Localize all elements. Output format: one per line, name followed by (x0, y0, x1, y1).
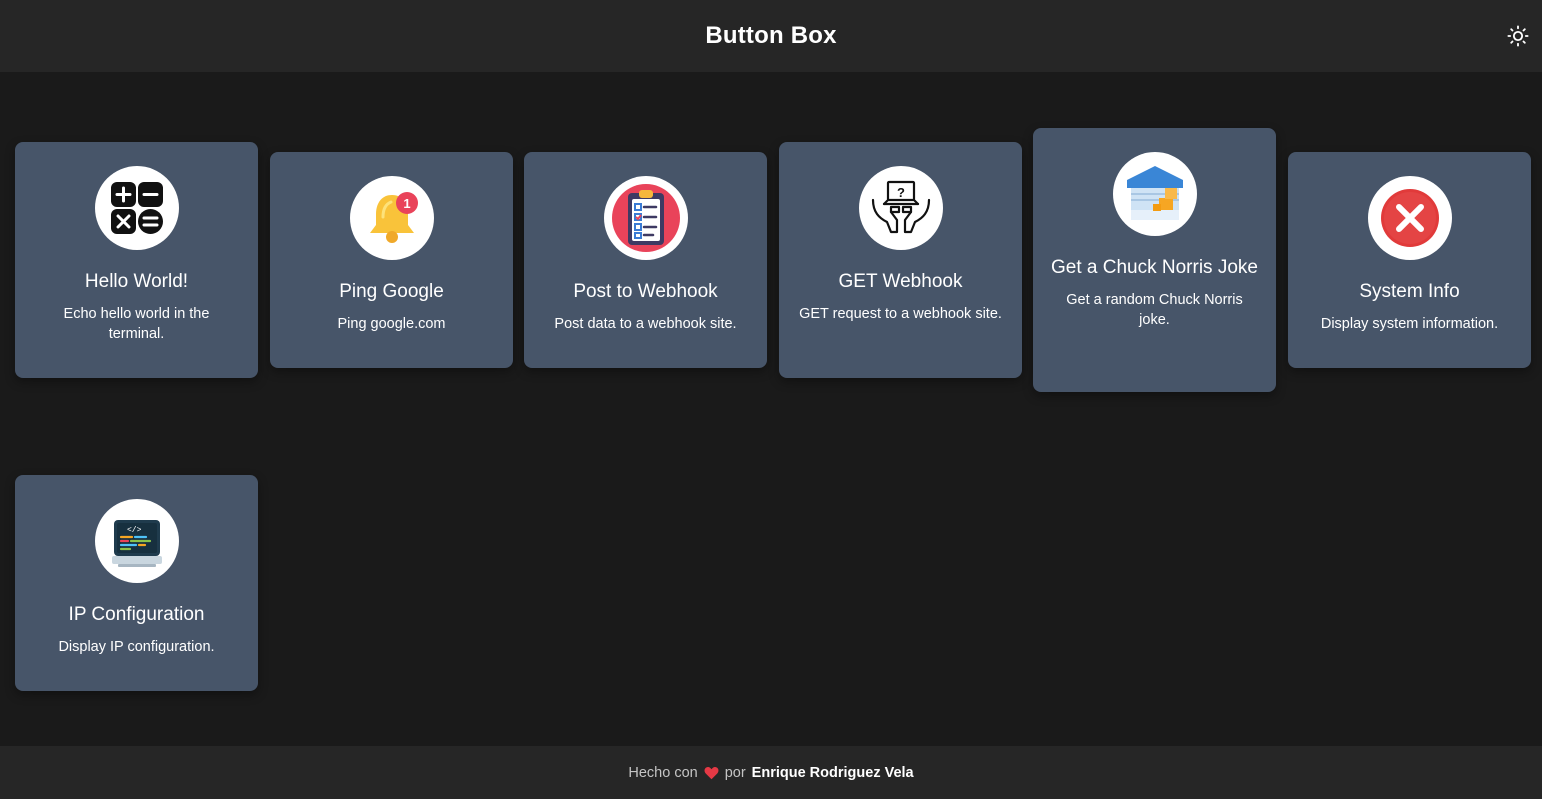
card-title: Hello World! (84, 271, 189, 292)
card-title: IP Configuration (68, 604, 205, 625)
footer-middle: por (724, 764, 746, 781)
hello-world-button[interactable]: Hello World! Echo hello world in the ter… (15, 142, 258, 378)
system-info-button[interactable]: System Info Display system information. (1288, 152, 1531, 368)
card-title: Post to Webhook (573, 281, 718, 302)
card-description: Display IP configuration. (58, 639, 215, 655)
calculator-icon (94, 166, 179, 250)
notification-badge: 1 (403, 196, 410, 211)
card-title: GET Webhook (838, 271, 963, 292)
heart-icon (704, 766, 719, 780)
card-title: Get a Chuck Norris Joke (1051, 257, 1258, 278)
svg-text:?: ? (897, 185, 905, 200)
hands-laptop-question-icon: ? (858, 166, 943, 250)
card-title: Ping Google (339, 281, 444, 302)
page-title: Button Box (705, 22, 837, 49)
warehouse-box-icon (1112, 152, 1197, 236)
notification-bell-icon: 1 (349, 176, 434, 260)
card-description: Display system information. (1320, 316, 1499, 332)
card-description: Ping google.com (337, 316, 446, 332)
card-description: Echo hello world in the terminal. (63, 306, 210, 342)
clipboard-checklist-icon (603, 176, 688, 260)
footer-author[interactable]: Enrique Rodriguez Vela (752, 765, 914, 781)
theme-toggle-button[interactable] (1506, 24, 1530, 48)
code-monitor-icon: </> (94, 499, 179, 583)
svg-text:</>: </> (127, 526, 142, 535)
card-description: Get a random Chuck Norris joke. (1066, 292, 1243, 328)
page-footer: Hecho con por Enrique Rodriguez Vela (0, 746, 1542, 799)
chuck-norris-joke-button[interactable]: Get a Chuck Norris Joke Get a random Chu… (1033, 128, 1276, 392)
ping-google-button[interactable]: 1 Ping Google Ping google.com (270, 152, 513, 368)
card-description: GET request to a webhook site. (799, 306, 1002, 322)
card-title: System Info (1359, 281, 1460, 302)
get-webhook-button[interactable]: ? GET Webhook GET request to a webhook s… (779, 142, 1022, 378)
close-circle-icon (1367, 176, 1452, 260)
post-to-webhook-button[interactable]: Post to Webhook Post data to a webhook s… (524, 152, 767, 368)
sun-icon (1507, 25, 1529, 47)
app-header: Button Box (0, 0, 1542, 72)
ip-configuration-button[interactable]: </> IP Configuration Display IP configur… (15, 475, 258, 691)
card-description: Post data to a webhook site. (554, 316, 737, 332)
footer-prefix: Hecho con (628, 764, 698, 781)
